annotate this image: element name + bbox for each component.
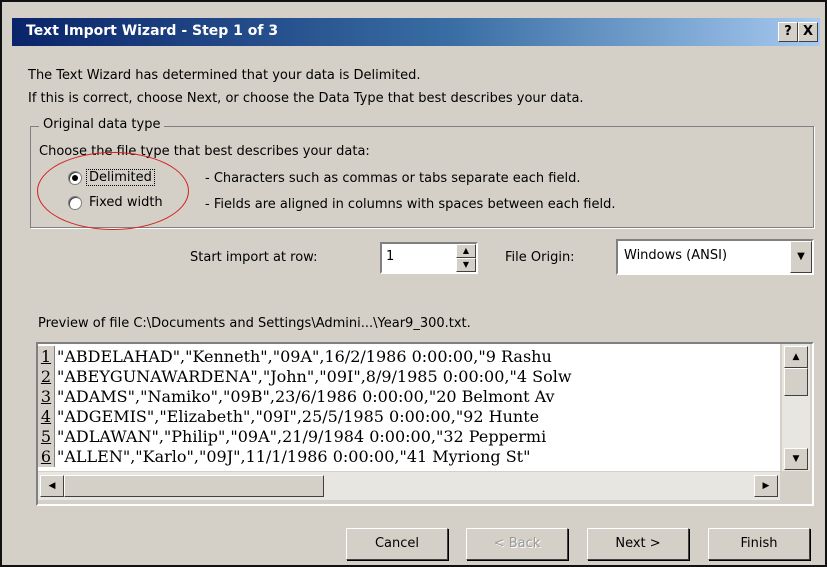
red-highlight-circle xyxy=(37,152,189,230)
spin-up-icon[interactable]: ▲ xyxy=(456,244,476,258)
preview-row: 2 "ABEYGUNAWARDENA","John","09I",8/9/1985… xyxy=(38,366,572,387)
intro-line-1: The Text Wizard has determined that your… xyxy=(28,68,421,83)
finish-button[interactable]: Finish xyxy=(708,528,810,560)
delimited-description: - Characters such as commas or tabs sepa… xyxy=(205,171,581,186)
start-row-value: 1 xyxy=(386,249,395,264)
vertical-scroll-thumb[interactable] xyxy=(784,368,808,396)
preview-label: Preview of file C:\Documents and Setting… xyxy=(38,316,471,331)
preview-row: 5 "ADLAWAN","Philip","09A",21/9/1984 0:00… xyxy=(38,426,546,447)
file-preview: 1 "ABDELAHAD","Kenneth","09A",16/2/1986 0… xyxy=(36,342,814,506)
scroll-up-icon[interactable]: ▲ xyxy=(784,346,808,368)
scroll-corner xyxy=(782,472,810,500)
preview-row: 6 "ALLEN","Karlo","09J",11/1/1986 0:00:00… xyxy=(38,446,530,467)
text-import-wizard-window: Text Import Wizard - Step 1 of 3 ? X The… xyxy=(0,0,827,567)
preview-row: 4 "ADGEMIS","Elizabeth","09I",25/5/1985 0… xyxy=(38,406,539,427)
file-origin-label: File Origin: xyxy=(505,250,575,265)
file-origin-value: Windows (ANSI) xyxy=(624,248,728,263)
title-bar: Text Import Wizard - Step 1 of 3 ? X xyxy=(12,18,820,46)
scroll-left-icon[interactable]: ◀ xyxy=(40,475,64,497)
back-button[interactable]: < Back xyxy=(466,528,568,560)
preview-row: 3 "ADAMS","Namiko","09B",23/6/1986 0:00:0… xyxy=(38,386,555,407)
scroll-right-icon[interactable]: ▶ xyxy=(754,475,778,497)
scroll-down-icon[interactable]: ▼ xyxy=(784,448,808,470)
intro-line-2: If this is correct, choose Next, or choo… xyxy=(28,91,584,106)
preview-text-area[interactable]: 1 "ABDELAHAD","Kenneth","09A",16/2/1986 0… xyxy=(38,344,780,471)
spin-down-icon[interactable]: ▼ xyxy=(456,258,476,272)
vertical-scrollbar[interactable]: ▲ ▼ xyxy=(782,344,810,471)
chevron-down-icon[interactable]: ▼ xyxy=(790,241,812,273)
next-button[interactable]: Next > xyxy=(587,528,689,560)
preview-row: 1 "ABDELAHAD","Kenneth","09A",16/2/1986 0… xyxy=(38,346,552,367)
help-button[interactable]: ? xyxy=(778,22,798,42)
fixed-width-description: - Fields are aligned in columns with spa… xyxy=(205,197,616,212)
close-button[interactable]: X xyxy=(798,22,818,42)
file-origin-select[interactable]: Windows (ANSI) ▼ xyxy=(616,239,814,275)
cancel-button[interactable]: Cancel xyxy=(346,528,448,560)
horizontal-scroll-thumb[interactable] xyxy=(64,475,324,497)
start-row-spinner[interactable]: 1 ▲ ▼ xyxy=(380,242,478,274)
horizontal-scrollbar[interactable]: ◀ ▶ xyxy=(38,472,780,500)
window-title: Text Import Wizard - Step 1 of 3 xyxy=(26,23,279,39)
start-row-label: Start import at row: xyxy=(190,250,318,265)
group-legend: Original data type xyxy=(39,117,165,132)
